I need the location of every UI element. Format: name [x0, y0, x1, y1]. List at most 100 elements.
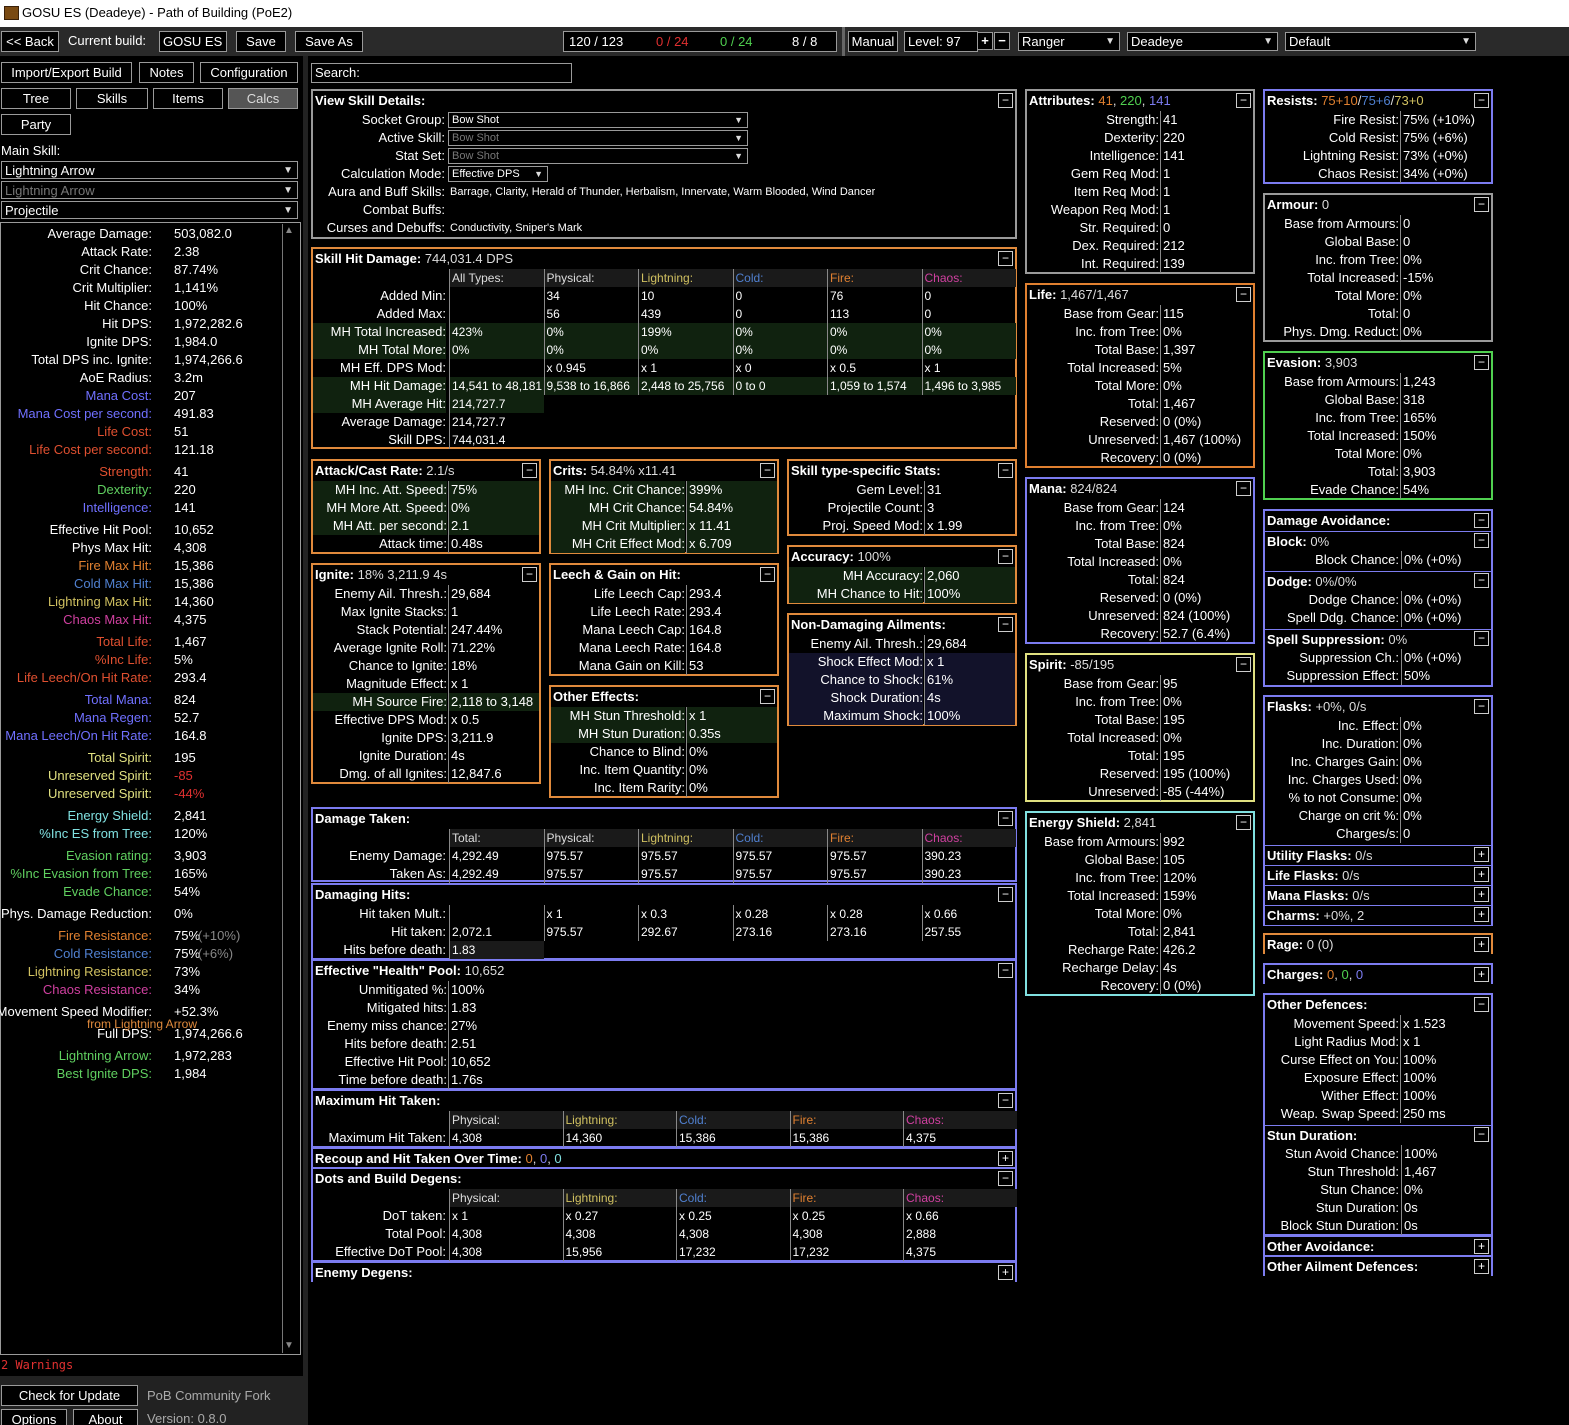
collapse-icon[interactable]: − [998, 1093, 1013, 1108]
collapse-icon[interactable]: − [1474, 997, 1489, 1012]
stat-value: 0% (+0%) [1401, 551, 1461, 569]
skill-detail-select-value: Bow Shot [452, 114, 500, 126]
import-export-button[interactable]: Import/Export Build [1, 62, 132, 83]
collapse-icon[interactable]: − [1236, 287, 1251, 302]
table-cell: x 0 [732, 359, 828, 377]
search-input[interactable]: Search: [311, 63, 572, 83]
options-button[interactable]: Options [1, 1409, 67, 1425]
level-field[interactable]: Level: 97 [904, 31, 978, 52]
collapse-icon[interactable]: − [760, 463, 775, 478]
save-button[interactable]: Save [236, 31, 286, 52]
collapse-icon[interactable]: − [1474, 197, 1489, 212]
expand-icon[interactable]: + [998, 1151, 1013, 1166]
stat-value: 1,467 [1163, 396, 1196, 411]
expand-icon[interactable]: + [1474, 937, 1489, 952]
expand-icon[interactable]: + [1474, 967, 1489, 982]
tab-tree[interactable]: Tree [1, 88, 71, 109]
table-cell: 975.57 [543, 847, 639, 865]
table-row-label: Enemy Damage: [349, 848, 446, 863]
expand-icon[interactable]: + [1474, 907, 1489, 922]
maximum-hit-taken: Maximum Hit Taken: − Physical: Lightning: Co… [311, 1089, 1017, 1148]
stat-row: Total Increased: 0% [1027, 729, 1253, 747]
collapse-icon[interactable]: − [998, 963, 1013, 978]
build-name-field[interactable]: GOSU ES [159, 31, 227, 52]
tab-skills[interactable]: Skills [76, 88, 148, 109]
column-divider [1400, 373, 1401, 499]
expand-icon[interactable]: + [1474, 887, 1489, 902]
collapse-icon[interactable]: − [998, 887, 1013, 902]
stat-row: Global Base: 318 [1265, 391, 1491, 409]
skill-part-select[interactable]: Projectile ▼ [1, 201, 298, 219]
stat-row: Inc. Charges Used: 0% [1265, 771, 1491, 789]
stat-label: Total Increased: [1067, 360, 1159, 375]
sidebar-scrollbar[interactable]: ▲ ▼ [282, 224, 299, 1353]
stat-row: Cold Resist: 75% (+6%) [1265, 129, 1491, 147]
recoup-over-time-title: Recoup and Hit Taken Over Time: [315, 1151, 522, 1166]
collapse-icon[interactable]: − [1474, 573, 1489, 588]
save-as-button[interactable]: Save As [295, 31, 363, 52]
collapse-icon[interactable]: − [522, 567, 537, 582]
scroll-down-icon[interactable]: ▼ [284, 1340, 294, 1352]
charms-header: Charms: +0%, 2 [1265, 905, 1491, 925]
stats-sidebar[interactable]: Average Damage: 503,082.0 Attack Rate: 2.38… [0, 222, 301, 1355]
collapse-icon[interactable]: − [1474, 513, 1489, 528]
ascendancy-select[interactable]: Deadeye ▼ [1127, 32, 1278, 51]
manual-button[interactable]: Manual [848, 31, 898, 52]
ignite-title: Ignite: [315, 567, 354, 582]
collapse-icon[interactable]: − [998, 617, 1013, 632]
sidebar-stat-label: Total DPS inc. Ignite: [31, 352, 152, 367]
sidebar-stat-value: 4,375 [174, 612, 207, 627]
main-skill-select[interactable]: Lightning Arrow ▼ [1, 161, 298, 179]
collapse-icon[interactable]: − [522, 463, 537, 478]
collapse-icon[interactable]: − [1474, 533, 1489, 548]
collapse-icon[interactable]: − [1474, 1127, 1489, 1142]
table-cell: 214,727.7 [449, 395, 544, 413]
table-cell: x 0.945 [543, 359, 639, 377]
collapse-icon[interactable]: − [998, 93, 1013, 108]
collapse-icon[interactable]: − [1236, 815, 1251, 830]
collapse-icon[interactable]: − [760, 689, 775, 704]
collapse-icon[interactable]: − [1236, 481, 1251, 496]
sidebar-stat-value: 51 [174, 424, 189, 439]
skill-detail-select[interactable]: Effective DPS ▼ [448, 166, 548, 182]
collapse-icon[interactable]: − [1474, 699, 1489, 714]
expand-icon[interactable]: + [998, 1265, 1013, 1280]
scroll-up-icon[interactable]: ▲ [284, 225, 294, 237]
expand-icon[interactable]: + [1474, 1239, 1489, 1254]
expand-icon[interactable]: + [1474, 847, 1489, 862]
notes-button[interactable]: Notes [139, 62, 194, 83]
tab-calcs[interactable]: Calcs [228, 88, 298, 109]
collapse-icon[interactable]: − [1236, 93, 1251, 108]
table-header-cell: Physical: [449, 1189, 563, 1207]
warnings-text[interactable]: 2 Warnings [1, 1356, 73, 1374]
collapse-icon[interactable]: − [760, 567, 775, 582]
collapse-icon[interactable]: − [1474, 355, 1489, 370]
expand-icon[interactable]: + [1474, 867, 1489, 882]
stat-row: Total More: 0% [1265, 287, 1491, 305]
stat-row: Block Stun Duration: 0s [1265, 1217, 1491, 1235]
table-header-cell: Cold: [676, 1111, 790, 1129]
tab-items[interactable]: Items [153, 88, 223, 109]
search-label: Search: [315, 65, 360, 80]
collapse-icon[interactable]: − [998, 463, 1013, 478]
points-display[interactable]: 120 / 123 0 / 24 0 / 24 8 / 8 [563, 31, 837, 52]
stat-label: Weap. Swap Speed: [1280, 1106, 1399, 1121]
class-select[interactable]: Ranger ▼ [1018, 32, 1120, 51]
collapse-icon[interactable]: − [1474, 631, 1489, 646]
about-button[interactable]: About [73, 1409, 138, 1425]
configuration-button[interactable]: Configuration [200, 62, 298, 83]
check-update-button[interactable]: Check for Update [1, 1385, 138, 1406]
back-button[interactable]: << Back [1, 31, 59, 52]
collapse-icon[interactable]: − [998, 251, 1013, 266]
collapse-icon[interactable]: − [1474, 93, 1489, 108]
config-set-select[interactable]: Default ▼ [1285, 32, 1476, 51]
collapse-icon[interactable]: − [998, 549, 1013, 564]
collapse-icon[interactable]: − [1236, 657, 1251, 672]
skill-detail-select[interactable]: Bow Shot ▼ [448, 112, 748, 128]
expand-icon[interactable]: + [1474, 1259, 1489, 1274]
collapse-icon[interactable]: − [998, 1171, 1013, 1186]
level-minus-button[interactable]: − [994, 32, 1010, 50]
party-button[interactable]: Party [1, 114, 71, 135]
collapse-icon[interactable]: − [998, 811, 1013, 826]
level-plus-button[interactable]: + [977, 32, 993, 50]
